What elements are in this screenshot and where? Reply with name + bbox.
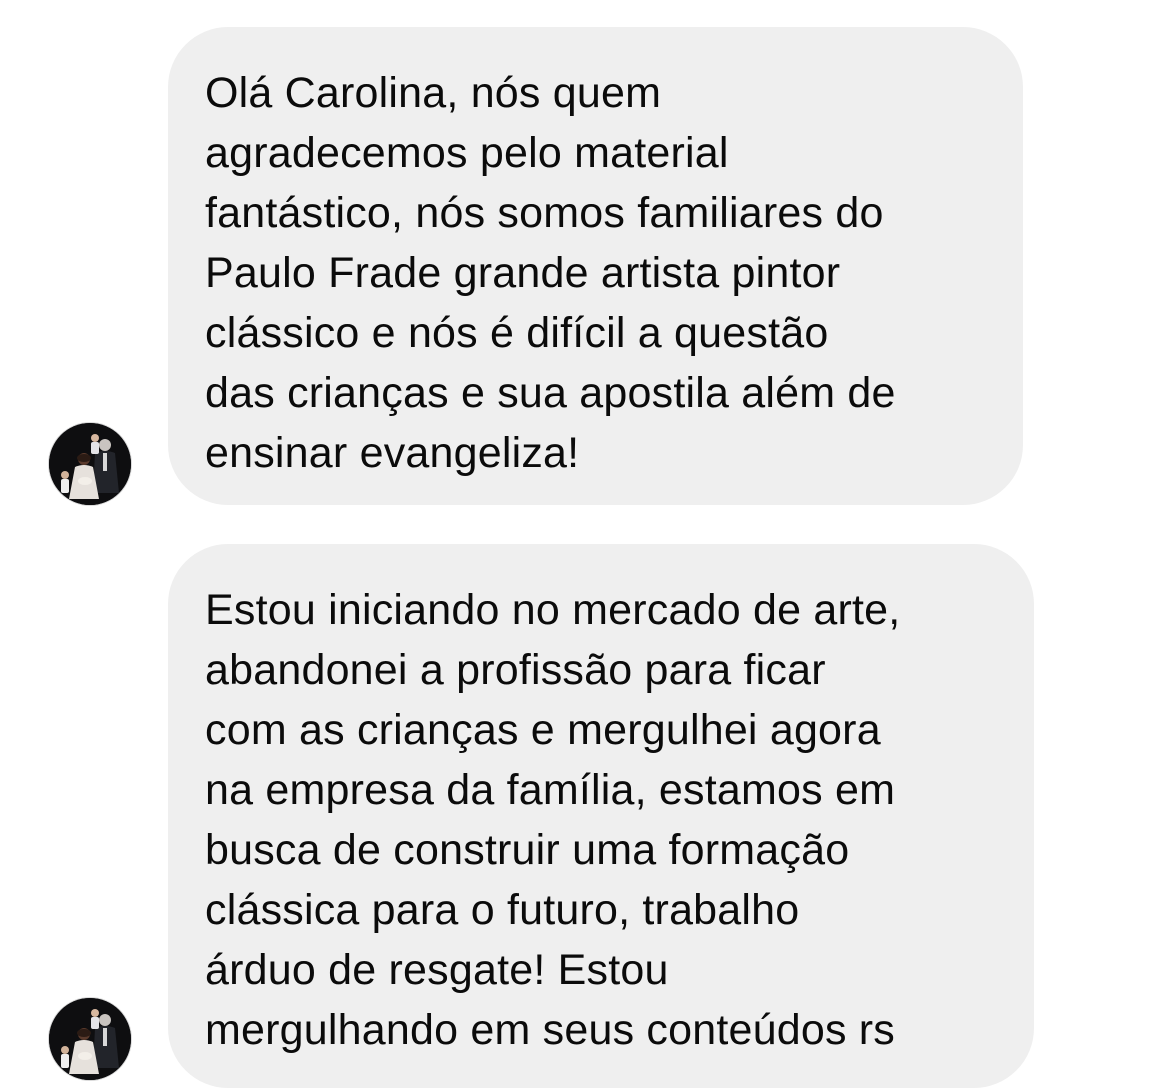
message-text-line: agradecemos pelo material <box>205 129 729 177</box>
message-text-line: com as crianças e mergulhei agora <box>205 706 881 754</box>
message-text-line: Paulo Frade grande artista pintor <box>205 249 841 297</box>
message-bubble[interactable]: Estou iniciando no mercado de arte, aban… <box>168 544 1034 1088</box>
message-bubble[interactable]: Olá Carolina, nós quem agradecemos pelo … <box>168 27 1023 505</box>
message-text-line: árduo de resgate! Estou <box>205 946 669 994</box>
message-text-line: abandonei a profissão para ficar <box>205 646 826 694</box>
family-photo-icon <box>49 998 131 1080</box>
message-text-line: na empresa da família, estamos em <box>205 766 896 814</box>
sender-avatar[interactable] <box>49 423 131 505</box>
message-text-line: fantástico, nós somos familiares do <box>205 189 884 237</box>
message-text-line: busca de construir uma formação <box>205 826 850 874</box>
message-text-line: clássico e nós é difícil a questão <box>205 309 829 357</box>
message-text-line: Olá Carolina, nós quem <box>205 69 662 117</box>
message-text-line: ensinar evangeliza! <box>205 429 580 477</box>
message-thread: Olá Carolina, nós quem agradecemos pelo … <box>0 0 1170 1088</box>
message-text-line: mergulhando em seus conteúdos rs <box>205 1006 896 1054</box>
sender-avatar[interactable] <box>49 998 131 1080</box>
message-text-line: Estou iniciando no mercado de arte, <box>205 586 901 634</box>
message-text-line: das crianças e sua apostila além de <box>205 369 896 417</box>
family-photo-icon <box>49 423 131 505</box>
message-text-line: clássica para o futuro, trabalho <box>205 886 800 934</box>
